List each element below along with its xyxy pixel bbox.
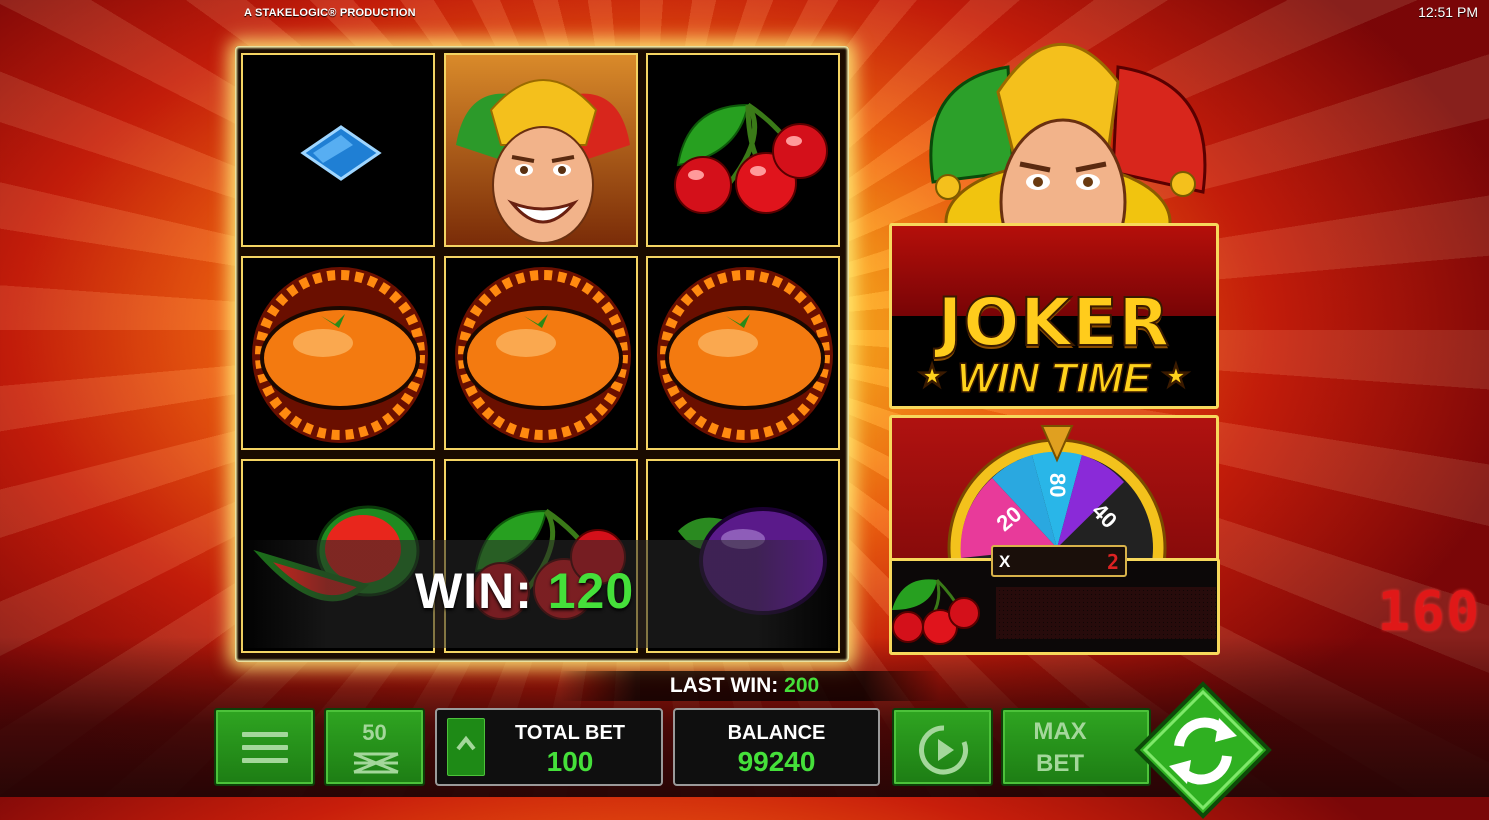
last-win-value: 200 xyxy=(784,674,820,697)
hamburger-icon xyxy=(216,732,313,771)
reel-cell-burning-orange xyxy=(646,256,840,450)
autoplay-icon xyxy=(919,725,968,775)
reel-cell-burning-orange xyxy=(241,256,435,450)
reel-cell-blue-diamond xyxy=(241,53,435,247)
menu-button[interactable] xyxy=(214,708,315,786)
total-bet-panel: TOTAL BET 100 xyxy=(435,708,663,786)
win-value: 120 xyxy=(547,563,635,619)
balance-panel: BALANCE 99240 xyxy=(673,708,880,786)
reel-cell-burning-orange xyxy=(444,256,638,450)
balance-value: 99240 xyxy=(737,746,816,777)
producer-credit: A STAKELOGIC® PRODUCTION xyxy=(244,7,416,19)
balance-label: BALANCE xyxy=(727,722,826,744)
led-matrix xyxy=(996,587,1216,639)
multiplier-display: X 2 xyxy=(991,545,1127,577)
max-bet-button[interactable]: MAX BET xyxy=(1001,708,1151,786)
win-label: WIN: xyxy=(415,563,533,619)
cherries-icon xyxy=(674,102,828,214)
logo-subtitle: ★ WIN TIME ★ xyxy=(892,353,1216,402)
multiplier-label: X xyxy=(999,552,1011,571)
game-logo: JOKER ★ WIN TIME ★ xyxy=(889,223,1219,409)
logo-title: JOKER xyxy=(937,283,1171,362)
spin-button[interactable] xyxy=(1133,680,1273,820)
paylines-button[interactable]: 50 xyxy=(324,708,425,786)
blue-diamond-icon xyxy=(300,125,382,181)
wheel-segment-label: 80 xyxy=(1045,473,1070,498)
burning-orange-icon xyxy=(455,267,631,443)
burning-orange-icon xyxy=(657,267,833,443)
total-bet-label: TOTAL BET xyxy=(515,722,625,744)
joker-face-icon xyxy=(456,79,630,244)
reel-cell-cherries xyxy=(646,53,840,247)
star-icon: ★ xyxy=(918,359,946,394)
logo-subtitle-text: WIN TIME xyxy=(956,353,1151,402)
reel-cell-joker xyxy=(444,53,638,247)
win-amount: WIN: 120 xyxy=(415,562,634,620)
paylines-icon xyxy=(353,752,399,774)
system-clock: 12:51 PM xyxy=(1418,4,1478,20)
paylines-value: 50 xyxy=(362,720,387,745)
autoplay-button[interactable] xyxy=(892,708,993,786)
star-icon: ★ xyxy=(1162,359,1190,394)
cherries-icon xyxy=(892,578,980,645)
max-bet-label-2: BET xyxy=(1036,750,1084,777)
last-win-label: LAST WIN: xyxy=(669,674,779,697)
burning-orange-icon xyxy=(252,267,428,443)
multiplier-value: 2 xyxy=(1106,550,1119,574)
max-bet-label-1: MAX xyxy=(1033,718,1087,745)
payout-value: 160 xyxy=(1377,580,1481,643)
total-bet-value: 100 xyxy=(546,746,594,777)
